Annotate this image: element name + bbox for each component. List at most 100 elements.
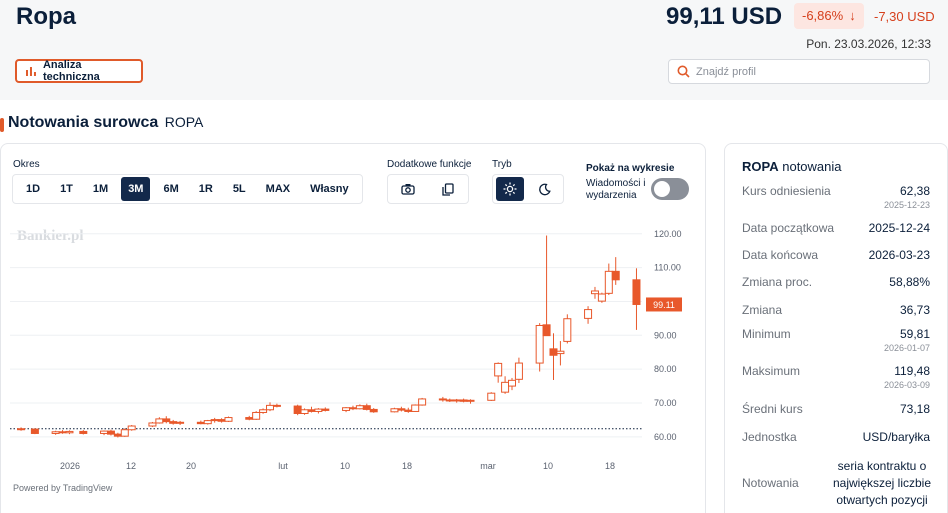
candle-body <box>632 279 641 305</box>
toggle-knob <box>654 181 670 197</box>
price-chart[interactable]: Bankier.pl 120.00110.00100.0090.0080.007… <box>0 215 706 477</box>
period-1t[interactable]: 1T <box>53 177 80 201</box>
candle-body <box>58 431 67 434</box>
screenshot-button[interactable] <box>396 178 420 200</box>
candle-body <box>590 290 599 295</box>
period-1d[interactable]: 1D <box>19 177 47 201</box>
section-title: Notowania surowca ROPA <box>8 114 203 132</box>
chart-watermark: Bankier.pl <box>17 228 84 244</box>
search-icon <box>677 65 690 78</box>
change-absolute: -7,30 USD <box>874 9 935 24</box>
x-tick-label: 10 <box>543 461 553 471</box>
candle-body <box>362 405 371 410</box>
info-title: ROPA notowania <box>742 159 842 174</box>
current-price: 99,11 USD <box>666 3 783 30</box>
arrow-down-icon: ↓ <box>849 8 856 23</box>
dark-mode-button[interactable] <box>530 177 558 201</box>
info-title-symbol: ROPA <box>742 159 779 174</box>
candle-body <box>535 324 544 364</box>
y-tick-label: 60.00 <box>654 432 677 442</box>
candle-body <box>397 408 406 411</box>
period-3m[interactable]: 3M <box>121 177 151 201</box>
candle-body <box>30 428 39 434</box>
y-tick-label: 70.00 <box>654 398 677 408</box>
period-custom[interactable]: Własny <box>303 177 356 201</box>
powered-by[interactable]: Powered by TradingView <box>13 483 112 493</box>
candle-body <box>556 350 565 355</box>
avg-label: Średni kurs <box>742 402 803 416</box>
technical-analysis-label: Analiza techniczna <box>42 59 100 83</box>
bar-chart-icon <box>25 66 36 76</box>
mode-label: Tryb <box>492 159 512 170</box>
candle-body <box>466 399 475 402</box>
copy-button[interactable] <box>436 178 460 200</box>
period-1m[interactable]: 1M <box>86 177 115 201</box>
x-tick-label: 2026 <box>60 461 80 471</box>
x-tick-label: 18 <box>402 461 412 471</box>
max-value: 119,48 <box>894 364 930 378</box>
change-label: Zmiana <box>742 303 783 317</box>
period-5l[interactable]: 5L <box>226 177 253 201</box>
unit-value: USD/baryłka <box>862 430 930 444</box>
candle-body <box>245 417 254 420</box>
candle-body <box>51 431 60 434</box>
extra-functions-label: Dodatkowe funkcje <box>387 159 472 170</box>
candle-body <box>300 409 309 414</box>
search-input[interactable] <box>696 65 916 78</box>
show-on-chart-label: Pokaż na wykresie <box>586 163 675 174</box>
candle-body <box>293 405 302 414</box>
min-value: 59,81 <box>899 327 930 341</box>
candle-body <box>342 407 351 411</box>
candle-body <box>445 399 454 402</box>
candle-body <box>494 362 503 377</box>
candle-body <box>65 430 74 434</box>
candle-body <box>611 270 620 281</box>
profile-search[interactable] <box>668 59 930 84</box>
extra-functions <box>387 174 469 204</box>
candle-body <box>79 430 88 434</box>
candle-body <box>459 399 468 402</box>
x-tick-label: 18 <box>605 461 615 471</box>
period-1r[interactable]: 1R <box>192 177 220 201</box>
candle-body <box>390 408 399 413</box>
light-mode-button[interactable] <box>496 177 524 201</box>
candle-body <box>155 418 164 424</box>
avg-value: 73,18 <box>899 402 930 416</box>
technical-analysis-button[interactable]: Analiza techniczna <box>15 59 143 83</box>
candle-body <box>563 318 572 342</box>
camera-icon <box>401 184 415 195</box>
candle-body <box>17 428 26 431</box>
quote-value: seria kontraktu o największej liczbie ot… <box>832 459 932 507</box>
change-value: 36,73 <box>899 303 930 317</box>
candle-body <box>100 430 109 434</box>
candle-body <box>162 418 171 423</box>
candle-body <box>210 419 219 422</box>
page-title: Ropa <box>16 3 76 30</box>
quote-datetime: Pon. 23.03.2026, 12:33 <box>806 37 931 51</box>
candle-body <box>438 398 447 401</box>
period-6m[interactable]: 6M <box>156 177 185 201</box>
unit-label: Jednostka <box>742 430 797 444</box>
pct-change-value: 58,88% <box>889 275 930 289</box>
period-selector: 1D 1T 1M 3M 6M 1R 5L MAX Własny <box>12 174 363 204</box>
candle-body <box>597 293 606 302</box>
min-label: Minimum <box>742 327 791 341</box>
section-marker <box>0 118 4 132</box>
section-symbol: ROPA <box>164 114 204 130</box>
candle-body <box>224 417 233 422</box>
candle-body <box>321 408 330 411</box>
period-max[interactable]: MAX <box>259 177 297 201</box>
candle-body <box>176 421 185 424</box>
candle-body <box>120 429 129 437</box>
candle-body <box>501 381 510 393</box>
candle-body <box>252 411 261 420</box>
end-label: Data końcowa <box>742 248 819 262</box>
quote-label: Notowania <box>742 476 799 490</box>
candle-body <box>452 399 461 402</box>
info-title-suffix: notowania <box>782 159 842 174</box>
x-tick-label: 12 <box>126 461 136 471</box>
ref-label: Kurs odniesienia <box>742 184 831 198</box>
candle-body <box>604 270 613 294</box>
events-toggle[interactable] <box>651 178 689 200</box>
end-value: 2026-03-23 <box>868 248 930 262</box>
